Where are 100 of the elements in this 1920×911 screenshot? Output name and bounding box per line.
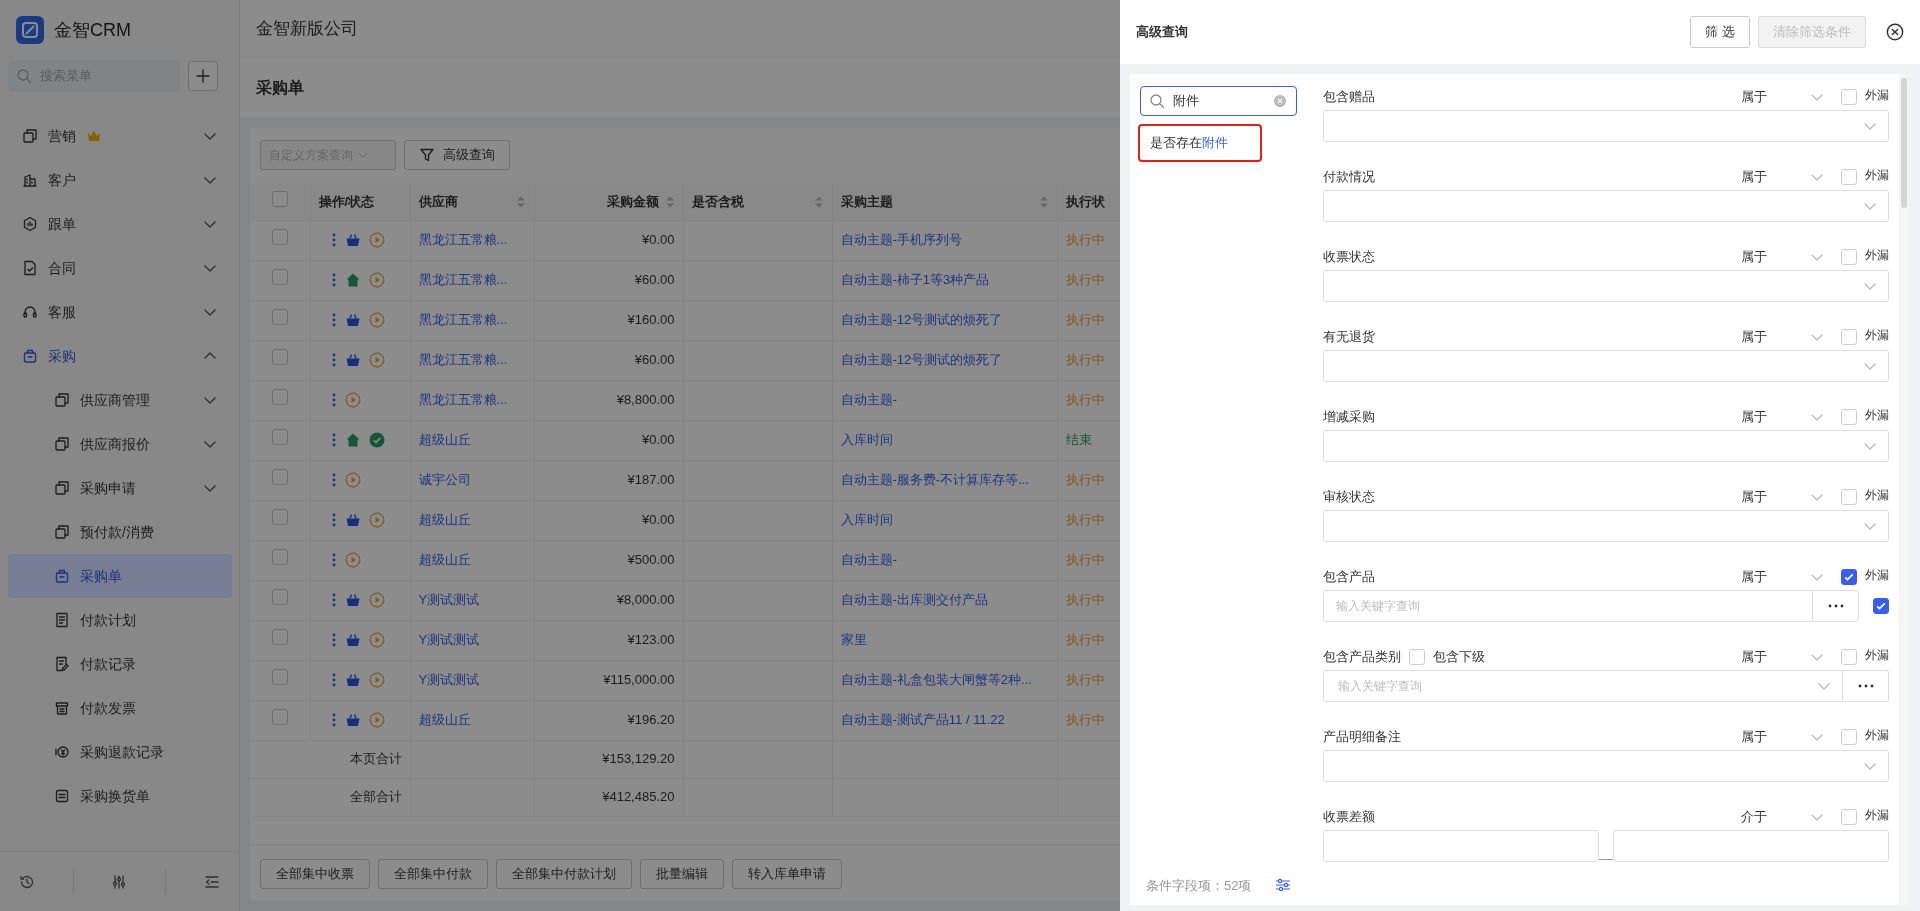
row-checkbox[interactable] [271,349,288,366]
action-button[interactable]: 转入库单申请 [732,859,842,889]
supplier-link[interactable]: 超级山丘 [418,432,471,448]
operator-select[interactable]: 属于 [1737,245,1833,269]
range-start-field[interactable] [1323,830,1599,862]
row-checkbox[interactable] [271,709,288,726]
more-icon[interactable] [330,712,337,728]
supplier-link[interactable]: Y测试测试 [418,632,480,648]
scrollbar-thumb[interactable] [1901,78,1907,208]
more-icon[interactable] [330,552,337,568]
row-checkbox[interactable] [271,389,288,406]
sidebar-item[interactable]: 采购换货单 [8,774,232,818]
more-icon[interactable] [330,672,337,688]
subject-link[interactable]: 入库时间 [840,512,893,528]
more-icon[interactable] [330,392,337,408]
more-icon[interactable] [330,472,337,488]
row-checkbox[interactable] [271,669,288,686]
row-checkbox[interactable] [271,429,288,446]
value-select[interactable] [1323,350,1889,382]
supplier-link[interactable]: 黑龙江五常粮... [418,312,508,328]
subject-link[interactable]: 自动主题-服务费-不计算库存等... [840,472,1029,488]
sidebar-item[interactable]: 付款记录 [8,642,232,686]
operator-select[interactable]: 属于 [1737,85,1833,109]
action-button[interactable]: 全部集中收票 [260,859,370,889]
field-search-box[interactable]: 附件 [1140,86,1297,116]
include-sub-checkbox[interactable] [1409,649,1425,665]
operator-select[interactable]: 属于 [1737,165,1833,189]
more-icon[interactable] [330,592,337,608]
operator-select[interactable]: 属于 [1737,645,1833,669]
filter-button[interactable]: 筛 选 [1690,16,1750,48]
action-button[interactable]: 全部集中付款 [378,859,488,889]
collapse-menu-icon[interactable] [204,873,221,890]
operator-select[interactable]: 属于 [1737,405,1833,429]
sidebar-item[interactable]: 采购申请 [8,466,232,510]
subject-link[interactable]: 自动主题- [840,392,897,408]
supplier-link[interactable]: 黑龙江五常粮... [418,392,508,408]
keyword-select[interactable]: 输入关键字查询 [1323,670,1843,702]
sidebar-item[interactable]: 付款计划 [8,598,232,642]
sidebar-item[interactable]: 付款发票 [8,686,232,730]
more-button[interactable] [1843,670,1889,702]
supplier-link[interactable]: 黑龙江五常粮... [418,352,508,368]
sidebar-item[interactable]: 供应商报价 [8,422,232,466]
history-icon[interactable] [18,873,35,890]
row-checkbox[interactable] [271,509,288,526]
subject-link[interactable]: 自动主题- [840,552,897,568]
supplier-link[interactable]: 超级山丘 [418,512,471,528]
subject-link[interactable]: 自动主题-礼盒包装大闸蟹等2种... [840,672,1032,688]
value-select[interactable] [1323,430,1889,462]
supplier-link[interactable]: 超级山丘 [418,712,471,728]
value-select[interactable] [1323,190,1889,222]
row-checkbox[interactable] [271,309,288,326]
sidebar-item[interactable]: 采购 [8,334,232,378]
sidebar-item[interactable]: 客服 [8,290,232,334]
sidebar-item[interactable]: 跟单 [8,202,232,246]
clear-icon[interactable] [1273,94,1287,108]
row-checkbox[interactable] [271,589,288,606]
row-checkbox[interactable] [271,629,288,646]
row-checkbox[interactable] [271,269,288,286]
row-checkbox[interactable] [271,469,288,486]
more-icon[interactable] [330,432,337,448]
supplier-link[interactable]: Y测试测试 [418,592,480,608]
subject-link[interactable]: 自动主题-手机序列号 [840,232,962,248]
value-select[interactable] [1323,110,1889,142]
add-button[interactable] [188,61,218,91]
supplier-link[interactable]: 黑龙江五常粮... [418,272,508,288]
sidebar-item[interactable]: 预付款/消费 [8,510,232,554]
subject-link[interactable]: 自动主题-12号测试的烦死了 [840,352,1003,368]
operator-select[interactable]: 介于 [1737,805,1833,829]
more-icon[interactable] [330,352,337,368]
operator-select[interactable]: 属于 [1737,325,1833,349]
subject-link[interactable]: 自动主题-出库测交付产品 [840,592,988,608]
range-end-field[interactable] [1613,830,1889,862]
search-result[interactable]: 是否存在附件 [1140,126,1260,160]
sidebar-item[interactable]: 采购退款记录 [8,730,232,774]
subject-link[interactable]: 家里 [840,632,867,648]
more-icon[interactable] [330,232,337,248]
advanced-search-button[interactable]: 高级查询 [404,140,510,170]
supplier-link[interactable]: Y测试测试 [418,672,480,688]
supplier-link[interactable]: 超级山丘 [418,552,471,568]
sidebar-item[interactable]: 合同 [8,246,232,290]
more-button[interactable] [1813,590,1859,622]
subject-link[interactable]: 自动主题-测试产品11 / 11.22 [840,712,1005,728]
value-select[interactable] [1323,510,1889,542]
operator-select[interactable]: 属于 [1737,485,1833,509]
value-select[interactable] [1323,750,1889,782]
more-icon[interactable] [330,272,337,288]
sidebar-item[interactable]: 供应商管理 [8,378,232,422]
more-icon[interactable] [330,312,337,328]
option-checkbox[interactable] [1873,598,1889,614]
sidebar-item[interactable]: 采购单 [8,554,232,598]
row-checkbox[interactable] [271,549,288,566]
sliders-icon[interactable] [1275,877,1291,894]
sidebar-item[interactable]: 营销 [8,114,232,158]
row-checkbox[interactable] [271,229,288,246]
supplier-link[interactable]: 黑龙江五常粮... [418,232,508,248]
subject-link[interactable]: 自动主题-柿子1等3种产品 [840,272,990,288]
sidebar-item[interactable]: 客户 [8,158,232,202]
more-icon[interactable] [330,632,337,648]
subject-link[interactable]: 入库时间 [840,432,893,448]
keyword-input[interactable]: 输入关键字查询 [1323,590,1813,622]
